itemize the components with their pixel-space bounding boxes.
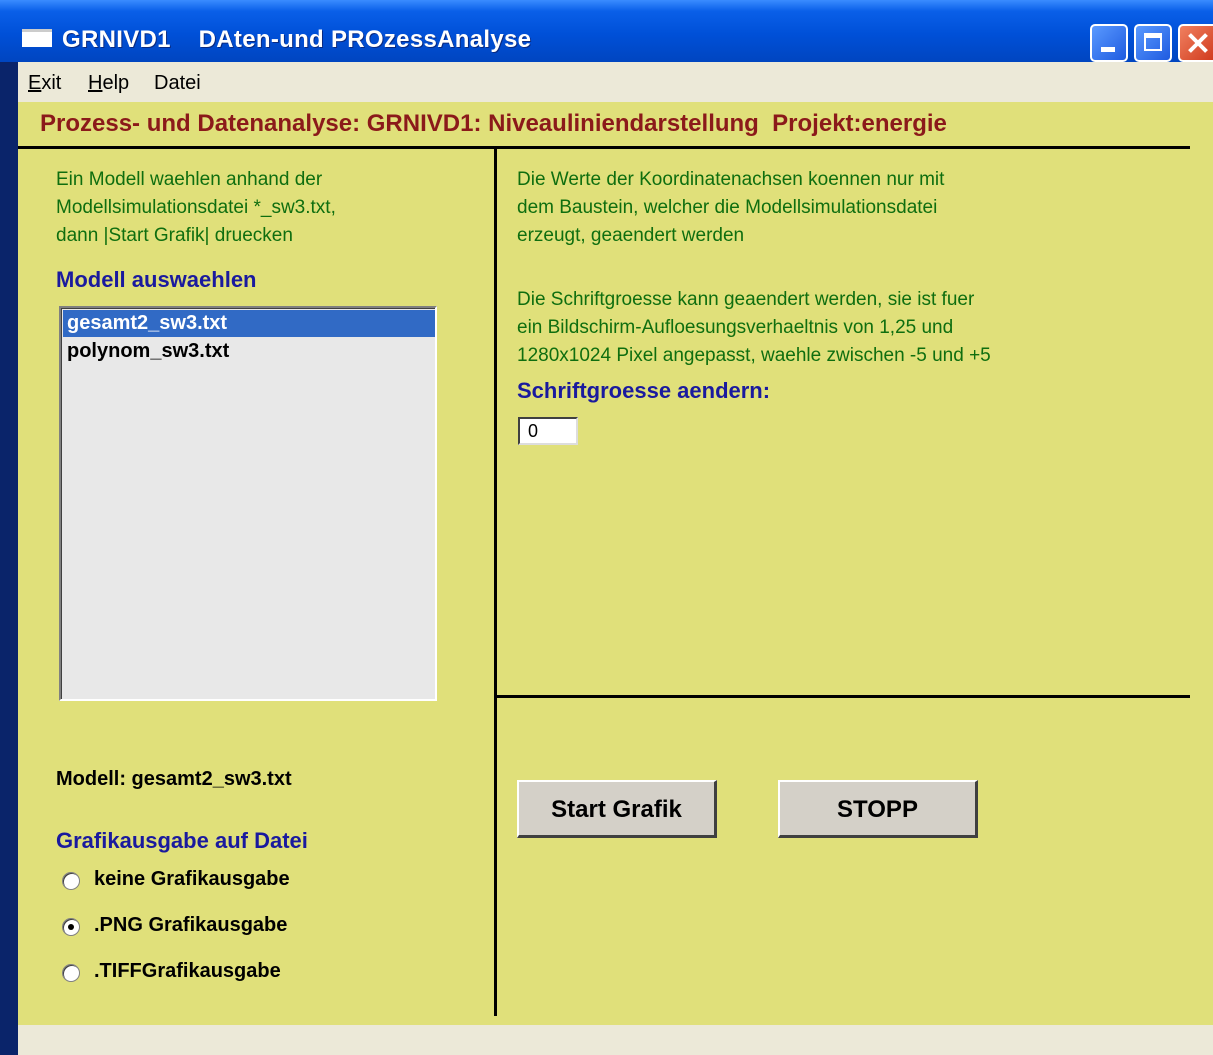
instruction-line-2: Modellsimulationsdatei *_sw3.txt,: [56, 197, 336, 218]
radio-button[interactable]: [62, 964, 80, 982]
axis-info-line-1: Die Werte der Koordinatenachsen koennen …: [517, 169, 945, 190]
app-icon: [22, 29, 52, 47]
model-list-heading: Modell auswaehlen: [56, 267, 257, 292]
radio-button[interactable]: [62, 872, 80, 890]
window-title: GRNIVD1 DAten-und PROzessAnalyse: [62, 26, 532, 53]
current-model-label: Modell: gesamt2_sw3.txt: [56, 768, 292, 790]
maximize-button[interactable]: [1134, 24, 1172, 62]
menu-datei[interactable]: Datei: [154, 72, 201, 95]
graphic-output-heading: Grafikausgabe auf Datei: [56, 828, 308, 853]
radio-label: .TIFFGrafikausgabe: [94, 960, 281, 982]
font-info-line-3: 1280x1024 Pixel angepasst, waehle zwisch…: [517, 345, 991, 366]
status-strip: [18, 1025, 1213, 1055]
start-grafik-button[interactable]: Start Grafik: [517, 780, 717, 838]
app-window: GRNIVD1 DAten-und PROzessAnalyse Exit He…: [0, 0, 1213, 1055]
close-button[interactable]: [1178, 24, 1213, 62]
radio-label: keine Grafikausgabe: [94, 868, 290, 890]
font-info-line-1: Die Schriftgroesse kann geaendert werden…: [517, 289, 975, 310]
divider-top: [18, 146, 1190, 149]
page-title: Prozess- und Datenanalyse: GRNIVD1: Nive…: [40, 110, 947, 137]
instruction-line-3: dann |Start Grafik| druecken: [56, 225, 293, 246]
font-size-input[interactable]: 0: [518, 417, 578, 445]
list-item[interactable]: gesamt2_sw3.txt: [63, 310, 435, 337]
divider-right-middle: [496, 695, 1190, 698]
font-info-line-2: ein Bildschirm-Aufloesungsverhaeltnis vo…: [517, 317, 954, 338]
title-bar[interactable]: GRNIVD1 DAten-und PROzessAnalyse: [0, 0, 1213, 62]
menu-help[interactable]: Help: [88, 72, 129, 95]
minimize-button[interactable]: [1090, 24, 1128, 62]
axis-info-line-2: dem Baustein, welcher die Modellsimulati…: [517, 197, 938, 218]
axis-info-line-3: erzeugt, geaendert werden: [517, 225, 745, 246]
stop-button[interactable]: STOPP: [778, 780, 978, 838]
list-item[interactable]: polynom_sw3.txt: [63, 338, 435, 365]
divider-vertical: [494, 148, 497, 1016]
radio-button[interactable]: [62, 918, 80, 936]
instruction-line-1: Ein Modell waehlen anhand der: [56, 169, 323, 190]
menu-bar: Exit Help Datei: [18, 62, 1213, 102]
menu-exit[interactable]: Exit: [28, 72, 61, 95]
main-panel: Prozess- und Datenanalyse: GRNIVD1: Nive…: [18, 102, 1213, 1025]
model-listbox[interactable]: gesamt2_sw3.txt polynom_sw3.txt: [59, 306, 437, 701]
radio-label: .PNG Grafikausgabe: [94, 914, 288, 936]
font-size-heading: Schriftgroesse aendern:: [517, 378, 771, 403]
